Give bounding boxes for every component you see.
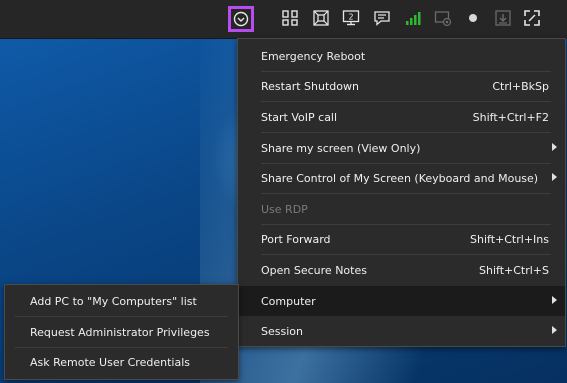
menu-item-label: Restart Shutdown	[261, 79, 359, 93]
menu-item-share-control[interactable]: Share Control of My Screen (Keyboard and…	[238, 163, 565, 193]
submenu-item-label: Add PC to "My Computers" list	[30, 294, 197, 308]
menu-item-port-forward[interactable]: Port Forward Shift+Ctrl+Ins	[238, 224, 565, 254]
menu-item-shortcut: Shift+Ctrl+Ins	[470, 232, 549, 246]
submenu-item-label: Request Administrator Privileges	[30, 325, 210, 339]
monitor-select-icon[interactable]: 2	[342, 9, 360, 27]
computer-submenu: Add PC to "My Computers" list Request Ad…	[4, 284, 239, 380]
menu-item-shortcut: Ctrl+BkSp	[492, 79, 549, 93]
options-chevron-icon[interactable]	[228, 6, 254, 32]
submenu-arrow-icon	[552, 326, 557, 334]
menu-item-use-rdp: Use RDP	[238, 194, 565, 224]
menu-item-open-secure-notes[interactable]: Open Secure Notes Shift+Ctrl+S	[238, 255, 565, 285]
menu-item-share-screen-view-only[interactable]: Share my screen (View Only)	[238, 133, 565, 163]
menu-item-label: Use RDP	[261, 202, 308, 216]
menu-item-label: Session	[261, 324, 303, 338]
menu-item-session[interactable]: Session	[238, 316, 565, 346]
menu-item-label: Computer	[261, 294, 316, 308]
menu-item-label: Emergency Reboot	[261, 49, 366, 63]
fit-screen-icon[interactable]	[312, 9, 330, 27]
menu-item-shortcut: Shift+Ctrl+S	[479, 263, 549, 277]
menu-item-label: Share Control of My Screen (Keyboard and…	[261, 171, 539, 185]
screen-record-icon[interactable]	[434, 9, 452, 27]
menu-item-label: Open Secure Notes	[261, 263, 367, 277]
submenu-item-add-pc[interactable]: Add PC to "My Computers" list	[5, 286, 238, 316]
submenu-arrow-icon	[552, 296, 557, 304]
connection-quality-icon[interactable]	[404, 9, 422, 27]
options-dropdown-menu: Emergency Reboot Restart Shutdown Ctrl+B…	[237, 38, 566, 347]
menu-item-emergency-reboot[interactable]: Emergency Reboot	[238, 41, 565, 71]
submenu-item-label: Ask Remote User Credentials	[30, 355, 190, 369]
submenu-arrow-icon	[552, 143, 557, 151]
menu-item-start-voip-call[interactable]: Start VoIP call Shift+Ctrl+F2	[238, 102, 565, 132]
submenu-item-request-admin[interactable]: Request Administrator Privileges	[5, 317, 238, 347]
menu-item-label: Start VoIP call	[261, 110, 338, 124]
menu-item-restart-shutdown[interactable]: Restart Shutdown Ctrl+BkSp	[238, 71, 565, 101]
menu-item-label: Share my screen (View Only)	[261, 141, 421, 155]
menu-item-shortcut: Shift+Ctrl+F2	[472, 110, 549, 124]
monitor-number-badge: 2	[348, 13, 353, 22]
file-transfer-icon[interactable]	[494, 9, 512, 27]
view-layout-icon[interactable]	[281, 9, 299, 27]
submenu-item-ask-credentials[interactable]: Ask Remote User Credentials	[5, 347, 238, 377]
menu-item-computer[interactable]: Computer	[238, 286, 565, 316]
session-toolbar: 2	[0, 0, 567, 39]
submenu-arrow-icon	[552, 173, 557, 181]
menu-item-label: Port Forward	[261, 232, 331, 246]
fullscreen-icon[interactable]	[523, 9, 541, 27]
record-dot-icon[interactable]	[464, 9, 482, 27]
chat-icon[interactable]	[373, 9, 391, 27]
